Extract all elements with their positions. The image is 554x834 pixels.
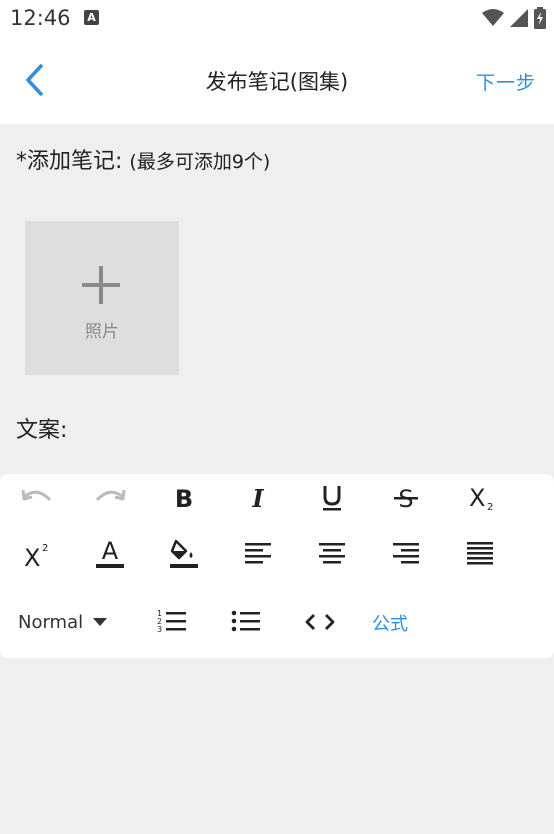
undo-button[interactable] xyxy=(15,476,59,520)
status-bar: 12:46 A xyxy=(0,0,554,38)
add-note-hint: (最多可添加9个) xyxy=(129,151,271,173)
align-center-button[interactable] xyxy=(310,532,354,576)
bold-button[interactable]: B xyxy=(162,476,206,520)
superscript-button[interactable]: X2 xyxy=(17,532,61,576)
align-right-button[interactable] xyxy=(384,532,428,576)
add-photo-button[interactable]: 照片 xyxy=(25,221,179,375)
add-note-label: *添加笔记: (最多可添加9个) xyxy=(16,143,270,175)
italic-icon: I xyxy=(251,486,264,510)
background-color-button[interactable] xyxy=(162,532,206,576)
battery-icon xyxy=(534,7,546,29)
underline-icon xyxy=(323,486,341,511)
undo-icon xyxy=(21,489,52,502)
italic-button[interactable]: I xyxy=(236,476,280,520)
signal-icon xyxy=(510,9,528,27)
editor-toolbar: B I S X2 X2 A Normal 123 公式 xyxy=(0,474,554,658)
strikethrough-icon: S xyxy=(394,486,418,510)
copy-label: 文案: xyxy=(16,418,68,443)
redo-button[interactable] xyxy=(88,476,132,520)
align-justify-button[interactable] xyxy=(458,532,502,576)
ordered-list-icon: 123 xyxy=(157,609,186,634)
svg-text:2: 2 xyxy=(487,502,493,512)
superscript-icon: X2 xyxy=(24,543,48,568)
code-button[interactable] xyxy=(298,600,342,644)
text-style-select[interactable]: Normal xyxy=(18,606,108,638)
svg-text:X: X xyxy=(469,484,485,512)
align-justify-icon xyxy=(467,542,493,565)
subscript-button[interactable]: X2 xyxy=(462,476,506,520)
svg-text:3: 3 xyxy=(157,625,162,634)
formula-button[interactable]: 公式 xyxy=(372,610,408,636)
bullet-list-button[interactable] xyxy=(224,600,268,644)
svg-text:X: X xyxy=(24,544,40,568)
text-color-icon: A xyxy=(96,537,124,568)
align-left-button[interactable] xyxy=(236,532,280,576)
app-bar: 发布笔记(图集) 下一步 xyxy=(0,38,554,124)
svg-text:A: A xyxy=(102,537,119,565)
page-title: 发布笔记(图集) xyxy=(205,70,349,94)
text-color-button[interactable]: A xyxy=(88,532,132,576)
strikethrough-button[interactable]: S xyxy=(384,476,428,520)
system-icons xyxy=(482,7,546,29)
bullet-list-icon xyxy=(231,610,260,632)
svg-text:I: I xyxy=(251,486,264,510)
photo-label: 照片 xyxy=(85,322,119,342)
text-style-value: Normal xyxy=(18,611,84,633)
code-icon xyxy=(305,614,335,630)
caret-down-icon xyxy=(93,618,108,626)
wifi-icon xyxy=(482,9,504,26)
next-step-button[interactable]: 下一步 xyxy=(476,68,536,95)
notification-icon: A xyxy=(84,10,99,25)
bold-icon: B xyxy=(175,486,193,510)
align-center-icon xyxy=(319,543,345,564)
ordered-list-button[interactable]: 123 xyxy=(150,600,194,644)
subscript-icon: X2 xyxy=(469,484,493,512)
align-left-icon xyxy=(245,543,271,564)
add-note-title: *添加笔记: xyxy=(16,149,123,174)
background-color-icon xyxy=(170,539,198,568)
status-time: 12:46 xyxy=(10,6,71,30)
underline-button[interactable] xyxy=(310,476,354,520)
align-right-icon xyxy=(393,543,419,564)
svg-text:2: 2 xyxy=(42,543,48,554)
redo-icon xyxy=(95,489,126,502)
plus-icon xyxy=(82,266,120,304)
svg-text:B: B xyxy=(175,486,193,510)
